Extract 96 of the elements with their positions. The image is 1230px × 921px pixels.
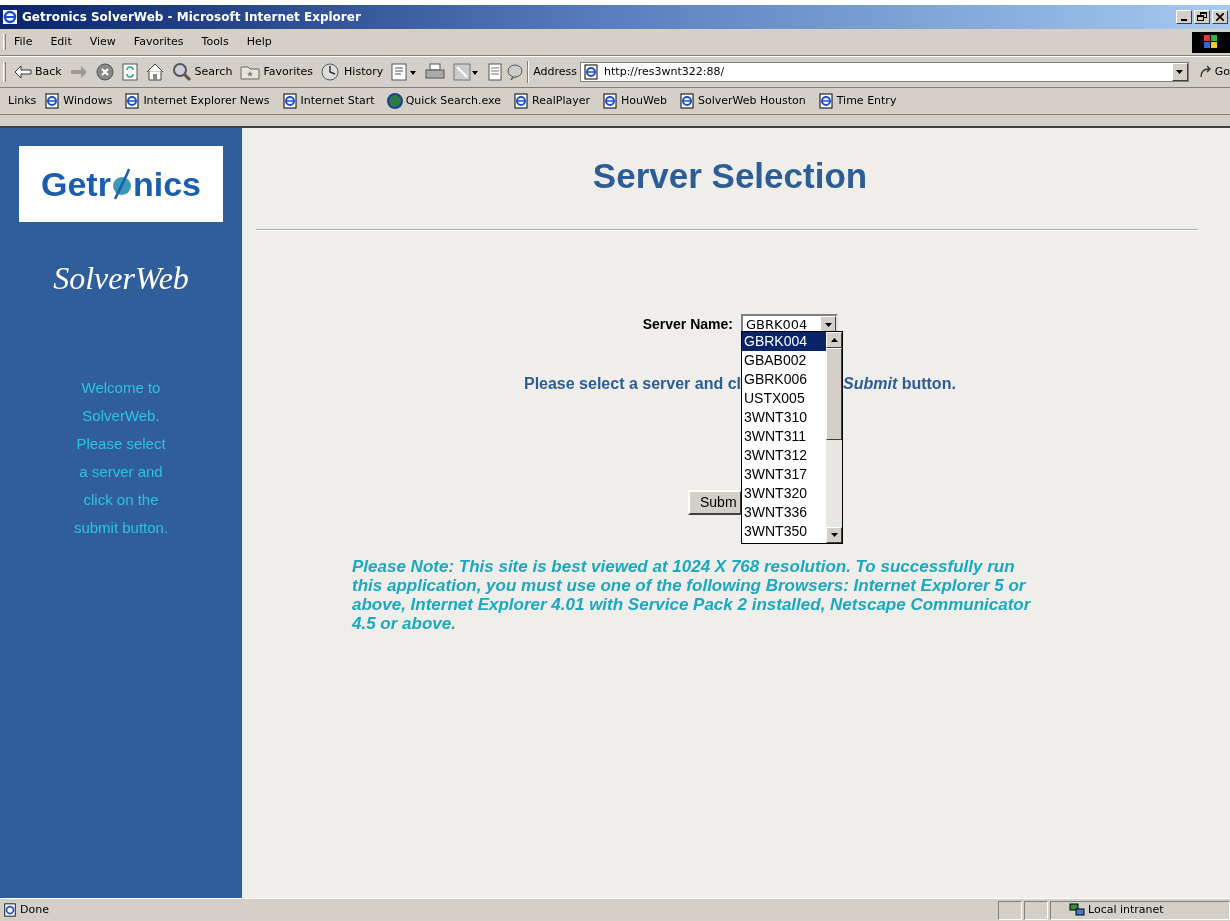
page-icon: [3, 903, 17, 917]
link-button[interactable]: Internet Start: [281, 92, 375, 110]
instruction-text: Please select a server and cl: [522, 373, 741, 394]
discuss-button[interactable]: [487, 63, 524, 81]
close-button[interactable]: [1212, 10, 1228, 24]
search-button[interactable]: Search: [171, 62, 233, 82]
dropdown-option[interactable]: GBAB002: [742, 351, 826, 370]
globe-swoosh-icon: [110, 167, 133, 201]
scrollbar[interactable]: [826, 332, 842, 543]
document-icon: [391, 63, 418, 81]
edit-icon: [453, 63, 480, 81]
window-title: Getronics SolverWeb - Microsoft Internet Explorer: [22, 9, 361, 26]
dropdown-option[interactable]: 3WNT350: [742, 522, 826, 541]
page-icon: [281, 93, 298, 109]
menu-item[interactable]: Favorites: [133, 33, 184, 51]
page-icon: [513, 93, 530, 109]
address-field[interactable]: http://res3wnt322:88/: [580, 62, 1189, 82]
menu-item[interactable]: Help: [246, 33, 272, 51]
dropdown-button[interactable]: [1171, 63, 1188, 81]
caret-icon: [824, 322, 832, 327]
page-icon: [124, 93, 141, 109]
link-button[interactable]: SolverWeb Houston: [678, 92, 806, 110]
mail-button[interactable]: [391, 63, 418, 81]
page-icon: [817, 93, 834, 109]
menu-item[interactable]: Edit: [50, 33, 72, 51]
link-button[interactable]: Time Entry: [817, 92, 897, 110]
page-icon: [602, 93, 618, 109]
folder-star-icon: [240, 64, 261, 80]
browser-logo-icon: [2, 9, 18, 25]
menu-item[interactable]: Tools: [201, 33, 229, 51]
dropdown-option[interactable]: 3WNT312: [742, 446, 826, 465]
zone-text: Local intranet: [1088, 901, 1164, 918]
dropdown-option[interactable]: 3WNT317: [742, 465, 826, 484]
stop-button[interactable]: [95, 63, 114, 81]
link-button[interactable]: Quick Search.exe: [386, 92, 502, 110]
link-button[interactable]: HouWeb: [602, 92, 667, 110]
status-text: Done: [20, 901, 49, 918]
document-speech-icon: [487, 63, 524, 81]
welcome-text: Welcome to SolverWeb. Please select a server and click on the submit button.: [72, 378, 170, 538]
instruction-text: Submit button.: [843, 373, 956, 394]
dropdown-option[interactable]: 3WNT311: [742, 427, 826, 446]
edit-button[interactable]: [453, 63, 480, 81]
dropdown-option[interactable]: GBRK004: [742, 332, 826, 351]
dropdown-option[interactable]: 3WNT310: [742, 408, 826, 427]
home-button[interactable]: [145, 63, 164, 81]
page-icon: [44, 93, 61, 109]
globe-icon: [386, 93, 403, 109]
product-name: SolverWeb: [53, 259, 189, 298]
home-icon: [145, 63, 164, 81]
menu-item[interactable]: File: [14, 33, 33, 51]
scroll-up-button[interactable]: [826, 332, 842, 348]
back-arrow-icon: [13, 65, 32, 79]
caret-icon: [1176, 70, 1184, 74]
logo-text: Getr: [41, 163, 111, 205]
scroll-down-button[interactable]: [826, 527, 842, 543]
status-pane: [998, 900, 1022, 920]
up-arrow-icon: [830, 338, 838, 342]
dropdown-option[interactable]: 3WNT336: [742, 503, 826, 522]
go-button[interactable]: Go: [1198, 63, 1230, 81]
favorites-button[interactable]: Favorites: [240, 63, 314, 81]
print-button[interactable]: [425, 63, 446, 81]
restore-button[interactable]: [1194, 10, 1210, 24]
menu-item[interactable]: View: [89, 33, 116, 51]
search-icon: [171, 62, 192, 82]
go-arrow-icon: [1198, 65, 1213, 79]
links-label: Links: [8, 92, 37, 109]
page-title: Server Selection: [591, 155, 869, 197]
close-icon: [1216, 13, 1224, 21]
submit-button[interactable]: Subm: [688, 489, 742, 515]
link-button[interactable]: Internet Explorer News: [124, 92, 270, 110]
history-button[interactable]: History: [321, 63, 384, 81]
minimize-button[interactable]: [1176, 10, 1192, 24]
address-label: Address: [533, 63, 578, 80]
scroll-thumb[interactable]: [826, 348, 842, 440]
refresh-icon: [121, 63, 138, 81]
back-button[interactable]: Back: [13, 63, 62, 81]
network-icon: [1069, 903, 1085, 917]
page-icon: [583, 64, 600, 80]
server-dropdown-list[interactable]: GBRK004 GBAB002 GBRK006 USTX005 3WNT310 3WNT311 3WNT312 3WNT317 3WNT320 3WNT336 3WNT350: [741, 331, 843, 544]
printer-icon: [425, 63, 446, 81]
windows-logo-icon: [1192, 31, 1230, 53]
dropdown-option[interactable]: 3WNT320: [742, 484, 826, 503]
clock-icon: [321, 63, 342, 81]
link-button[interactable]: Windows: [44, 92, 113, 110]
browser-note: Please Note: This site is best viewed at 1024 X 768 resolution. To successfully run this application, you must use one of the following Browsers: Internet Explorer 5 or above, Internet Explorer 4.01 with Service Pack 2 installed, Netscape Communicator 4.5 or above.: [352, 556, 1032, 633]
forward-arrow-icon: [69, 65, 88, 79]
refresh-button[interactable]: [121, 63, 138, 81]
down-arrow-icon: [830, 533, 838, 537]
link-button[interactable]: RealPlayer: [513, 92, 590, 110]
dropdown-option[interactable]: USTX005: [742, 389, 826, 408]
logo-text: nics: [132, 163, 201, 205]
dropdown-option[interactable]: GBRK006: [742, 370, 826, 389]
stop-icon: [95, 63, 114, 81]
status-pane: [1024, 900, 1048, 920]
server-name-label: Server Name:: [641, 315, 733, 334]
page-icon: [678, 93, 695, 109]
